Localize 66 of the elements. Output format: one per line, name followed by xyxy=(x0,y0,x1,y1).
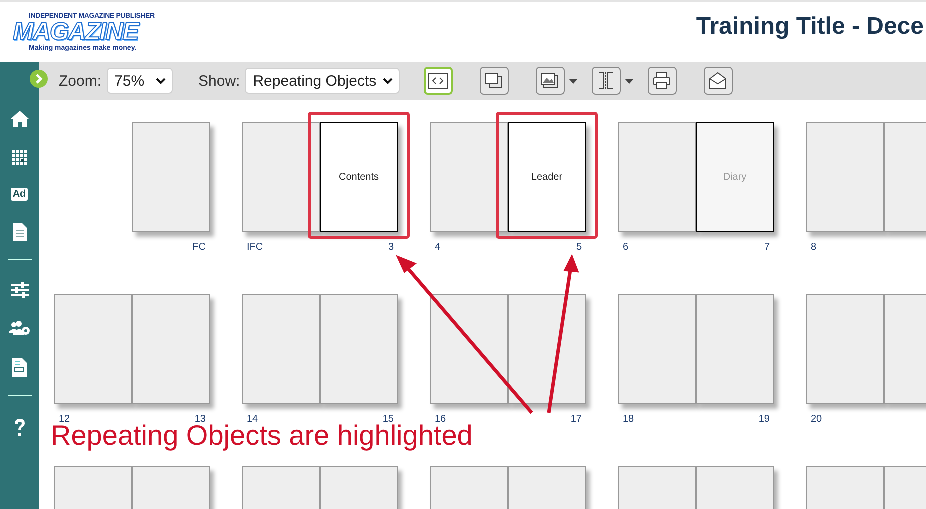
page-thumbnail[interactable] xyxy=(132,122,210,232)
caret-icon[interactable] xyxy=(568,78,578,84)
page-number: 3 xyxy=(388,242,394,252)
page-number: 19 xyxy=(758,414,770,424)
image-button[interactable] xyxy=(536,67,565,95)
image-icon xyxy=(541,73,560,89)
page-number: 6 xyxy=(623,242,629,252)
expand-icon[interactable] xyxy=(30,70,48,88)
page-number: IFC xyxy=(247,242,264,252)
page-thumbnail[interactable] xyxy=(806,294,884,404)
help-icon[interactable] xyxy=(12,418,26,438)
page-thumbnail[interactable] xyxy=(806,122,884,232)
users-gear-icon[interactable] xyxy=(8,320,30,336)
page-thumbnail[interactable] xyxy=(508,294,586,404)
page-number: 12 xyxy=(59,414,70,424)
columns-button[interactable] xyxy=(592,67,621,95)
duplicate-button[interactable] xyxy=(480,67,509,95)
email-button[interactable] xyxy=(704,67,733,95)
page-thumbnail[interactable] xyxy=(242,122,320,232)
copy-icon xyxy=(485,73,504,89)
page-number: 20 xyxy=(811,414,822,424)
page-number: FC xyxy=(192,242,206,252)
page-label: Diary xyxy=(723,172,747,182)
page-thumbnail[interactable]: Contents xyxy=(320,122,398,232)
page-label: Contents xyxy=(338,172,380,182)
chevron-icon xyxy=(382,78,393,84)
sliders-icon[interactable] xyxy=(10,282,30,298)
document-icon[interactable] xyxy=(12,223,26,241)
chevron-icon xyxy=(156,78,166,84)
page-thumbnail[interactable] xyxy=(430,122,508,232)
form-document-icon[interactable] xyxy=(12,358,27,377)
page-label: Leader xyxy=(531,172,563,182)
page-number: 18 xyxy=(623,414,634,424)
columns-icon xyxy=(598,72,614,90)
show-label: Show: xyxy=(198,72,240,90)
zoom-label: Zoom: xyxy=(59,72,102,90)
page-thumbnail[interactable] xyxy=(618,294,696,404)
page-thumbnail[interactable]: Leader xyxy=(508,122,586,232)
page-number: 13 xyxy=(194,414,206,424)
page-thumbnail[interactable] xyxy=(430,294,508,404)
envelope-icon xyxy=(709,72,728,90)
page-thumbnail[interactable] xyxy=(132,294,210,404)
page-thumbnail[interactable] xyxy=(242,294,320,404)
show-select[interactable]: Repeating Objects xyxy=(245,68,400,94)
caret-icon[interactable] xyxy=(624,78,634,84)
print-button[interactable] xyxy=(648,67,677,95)
page-number: 17 xyxy=(570,414,582,424)
page-thumbnail[interactable] xyxy=(54,294,132,404)
ad-icon[interactable]: Ad xyxy=(10,188,28,201)
page-number: 15 xyxy=(382,414,394,424)
page-number: 5 xyxy=(576,242,582,252)
printer-icon xyxy=(653,72,672,90)
page-number: 8 xyxy=(811,242,817,252)
page-number: 4 xyxy=(435,242,441,252)
page-number: 14 xyxy=(247,414,258,424)
page-number: 7 xyxy=(764,242,770,252)
zoom-select[interactable]: 75% xyxy=(106,68,173,94)
fit-view-button[interactable] xyxy=(424,67,453,95)
code-view-icon xyxy=(428,73,448,89)
page-thumbnail[interactable] xyxy=(320,294,398,404)
page-number: 16 xyxy=(435,414,446,424)
page-thumbnail[interactable] xyxy=(618,122,696,232)
home-icon[interactable] xyxy=(10,110,30,128)
page-thumbnail[interactable] xyxy=(696,294,774,404)
page-title: Training Title - Dece xyxy=(696,13,924,41)
grid-icon[interactable] xyxy=(12,150,28,166)
